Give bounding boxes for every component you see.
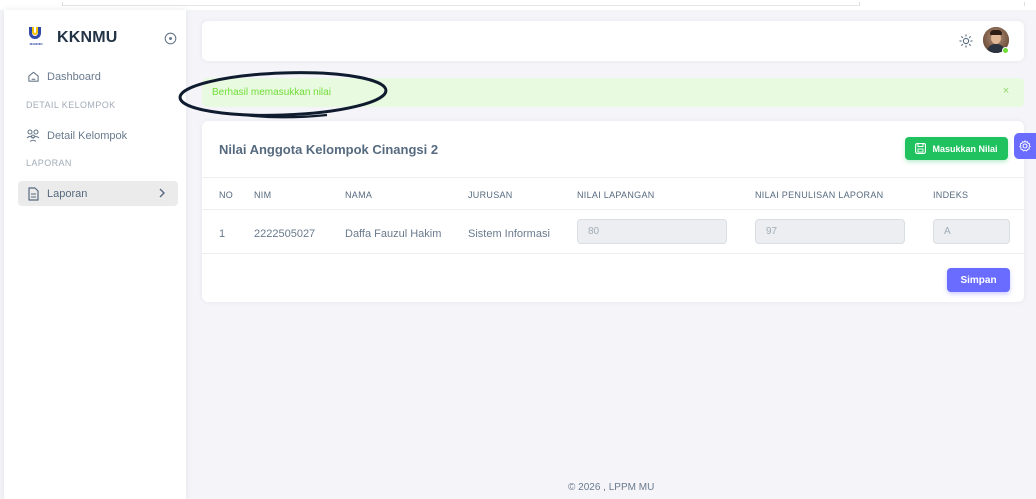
gear-icon — [1019, 140, 1031, 152]
close-icon[interactable]: × — [1000, 85, 1012, 99]
sidebar-header-detail: DETAIL KELOMPOK — [26, 100, 116, 110]
save-icon — [915, 143, 927, 154]
cell-jurusan: Sistem Informasi — [468, 228, 550, 240]
cell-nim: 2222505027 — [254, 228, 316, 240]
cell-nama: Daffa Fauzul Hakim — [345, 228, 442, 240]
home-icon — [26, 70, 40, 84]
annotation-ellipse — [178, 71, 388, 119]
sidebar-item-dashboard[interactable]: Dashboard — [18, 64, 178, 89]
col-nilai-lapangan: NILAI LAPANGAN — [577, 190, 655, 200]
sidebar-item-label: Dashboard — [47, 70, 101, 83]
file-icon — [26, 186, 40, 201]
cell-no: 1 — [219, 228, 226, 240]
card-title: Nilai Anggota Kelompok Cinangsi 2 — [219, 142, 439, 157]
settings-tab[interactable] — [1014, 133, 1036, 159]
top-strip — [0, 0, 1036, 10]
sidebar: MANDIRI KKNMU Dashboard DETAIL KELOMPOK … — [4, 10, 186, 499]
col-nama: NAMA — [345, 190, 373, 200]
nilai-penulisan-input[interactable]: 97 — [755, 219, 905, 244]
chevron-right-icon — [159, 188, 165, 198]
sidebar-item-label: Detail Kelompok — [47, 129, 128, 142]
online-status-dot — [1002, 47, 1009, 54]
masukkan-nilai-label: Masukkan Nilai — [932, 143, 998, 154]
masukkan-nilai-button[interactable]: Masukkan Nilai — [905, 137, 1008, 160]
simpan-button[interactable]: Simpan — [947, 268, 1010, 292]
top-navbar — [202, 21, 1024, 61]
sidebar-item-laporan[interactable]: Laporan — [18, 181, 178, 206]
sidebar-item-label: Laporan — [47, 187, 88, 200]
nilai-lapangan-input[interactable]: 80 — [577, 219, 727, 244]
col-no: NO — [219, 190, 234, 200]
brand-name: KKNMU — [57, 29, 118, 46]
sun-icon[interactable] — [959, 34, 973, 48]
top-divider — [62, 5, 860, 6]
menu-toggle-icon[interactable] — [164, 32, 177, 45]
brand-logo: MANDIRI — [26, 27, 46, 49]
sidebar-item-detail-kelompok[interactable]: Detail Kelompok — [18, 123, 178, 148]
grades-card: Nilai Anggota Kelompok Cinangsi 2 Masukk… — [202, 121, 1024, 302]
col-nim: NIM — [254, 190, 272, 200]
sidebar-header-laporan: LAPORAN — [26, 158, 72, 168]
col-jurusan: JURUSAN — [468, 190, 513, 200]
indeks-input[interactable]: A — [933, 219, 1010, 244]
users-icon — [26, 129, 40, 143]
col-nilai-penulisan: NILAI PENULISAN LAPORAN — [755, 190, 884, 200]
footer-copyright: © 2026 , LPPM MU — [568, 482, 655, 493]
col-indeks: INDEKS — [933, 190, 969, 200]
brand[interactable]: MANDIRI KKNMU — [26, 27, 118, 49]
